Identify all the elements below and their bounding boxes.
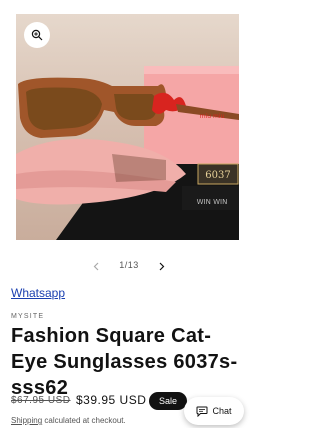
previous-image-button[interactable] — [90, 258, 102, 274]
image-pagination: 1/13 — [0, 258, 249, 274]
next-image-button[interactable] — [156, 258, 168, 274]
whatsapp-link[interactable]: Whatsapp — [11, 286, 65, 300]
product-vendor: MYSITE — [11, 313, 45, 320]
sunglasses-photo: 6037 WIN WIN miu miu — [16, 14, 239, 240]
product-title: Fashion Square Cat-Eye Sunglasses 6037s-… — [11, 325, 238, 399]
zoom-button[interactable] — [24, 22, 50, 48]
chevron-right-icon — [159, 262, 165, 270]
shipping-text: calculated at checkout. — [42, 416, 126, 425]
box-model-text: 6037 — [205, 170, 230, 181]
shipping-link[interactable]: Shipping — [11, 416, 42, 425]
image-counter: 1/13 — [119, 260, 139, 270]
chat-button[interactable]: Chat — [184, 397, 244, 425]
magnifier-plus-icon — [31, 29, 43, 41]
sale-price: $39.95 USD — [76, 393, 147, 407]
chat-bubble-icon — [196, 406, 208, 417]
chat-label: Chat — [212, 406, 232, 416]
product-image[interactable]: 6037 WIN WIN miu miu — [16, 14, 239, 240]
chevron-left-icon — [93, 262, 99, 270]
brand-on-arm-text: miu miu — [200, 113, 225, 120]
box-brand-text: WIN WIN — [197, 198, 228, 206]
sale-badge: Sale — [149, 392, 188, 410]
compare-at-price: $67.95 USD — [11, 395, 71, 406]
shipping-note: Shipping calculated at checkout. — [11, 416, 126, 425]
